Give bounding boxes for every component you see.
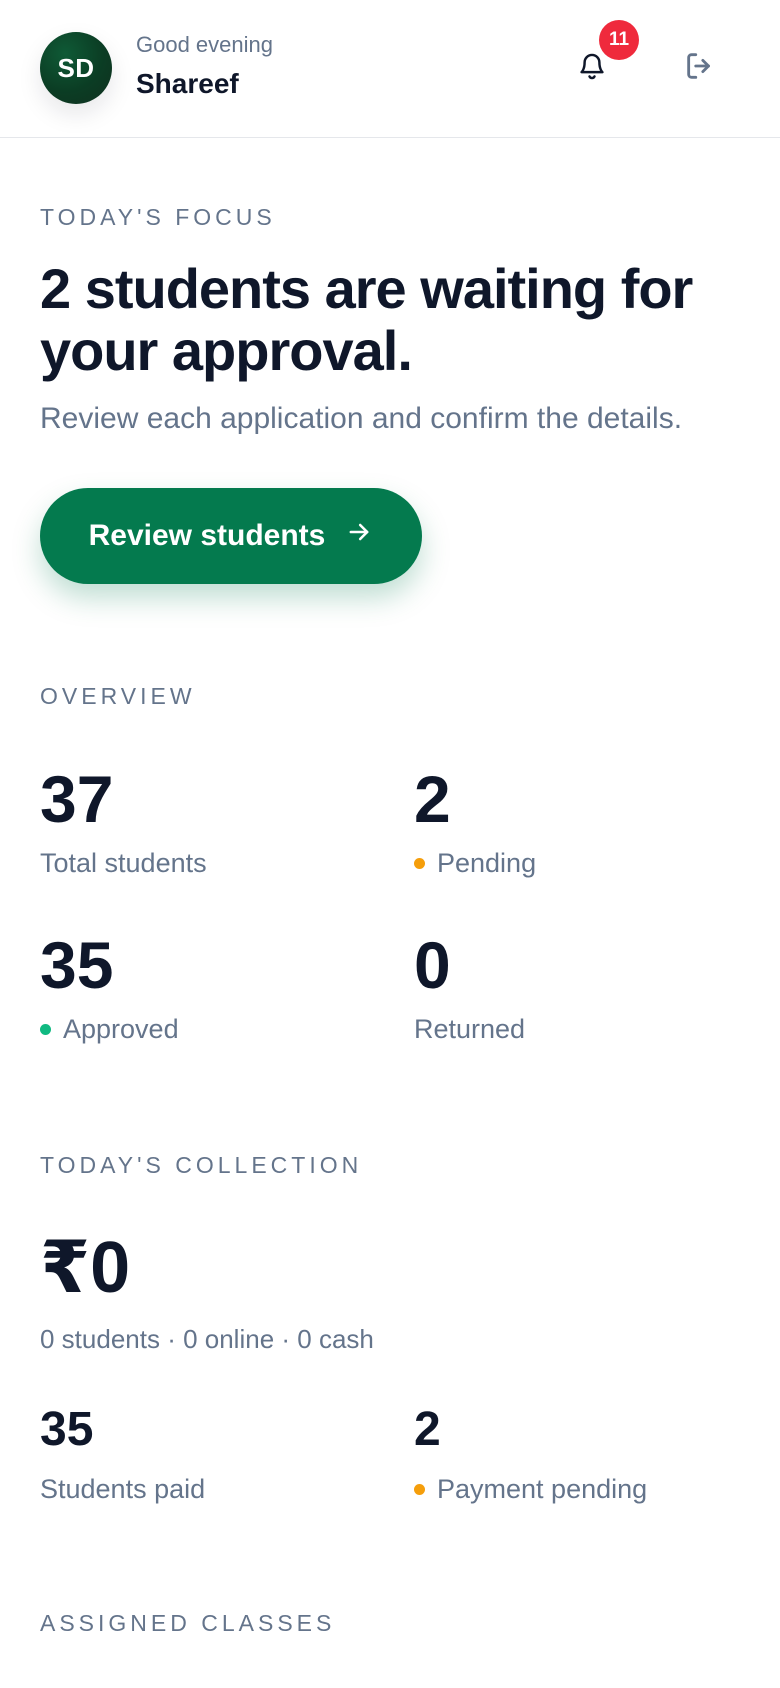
user-name: Shareef [136,68,239,99]
section-label-collection: TODAY'S COLLECTION [40,1152,363,1178]
avatar[interactable]: SD [40,32,112,104]
focus-subtitle: Review each application and confirm the … [40,402,683,435]
app-header: SD Good evening Shareef 11 [0,0,780,138]
logout-icon[interactable] [678,44,722,88]
returned-label: Returned [414,1014,526,1044]
total-students-label: Total students [40,848,207,878]
review-students-button[interactable]: Review students [40,488,422,584]
approved-dot-icon [40,1024,51,1035]
approved-value: 35 [40,928,114,1002]
review-students-label: Review students [88,519,326,552]
students-paid-value: 35 [40,1403,94,1456]
returned-value: 0 [414,928,451,1002]
section-label-focus: TODAY'S FOCUS [40,204,276,230]
payment-pending-dot-icon [414,1484,425,1495]
section-label-assigned-classes: ASSIGNED CLASSES [40,1610,336,1636]
total-students-value: 37 [40,762,114,836]
pending-value: 2 [414,762,451,836]
approved-label: Approved [40,1014,179,1045]
section-label-overview: OVERVIEW [40,683,196,709]
arrow-right-icon [345,518,373,554]
greeting-text: Good evening [136,32,273,57]
payment-pending-value: 2 [414,1403,441,1456]
collection-amount: ₹0 [40,1228,131,1308]
payment-pending-label: Payment pending [414,1474,647,1505]
collection-breakdown: 0 students · 0 online · 0 cash [40,1324,374,1354]
pending-label: Pending [414,848,536,879]
students-paid-label: Students paid [40,1474,206,1504]
pending-dot-icon [414,858,425,869]
focus-headline: 2 students are waiting for your approval… [40,257,693,382]
notification-badge: 11 [599,20,639,60]
